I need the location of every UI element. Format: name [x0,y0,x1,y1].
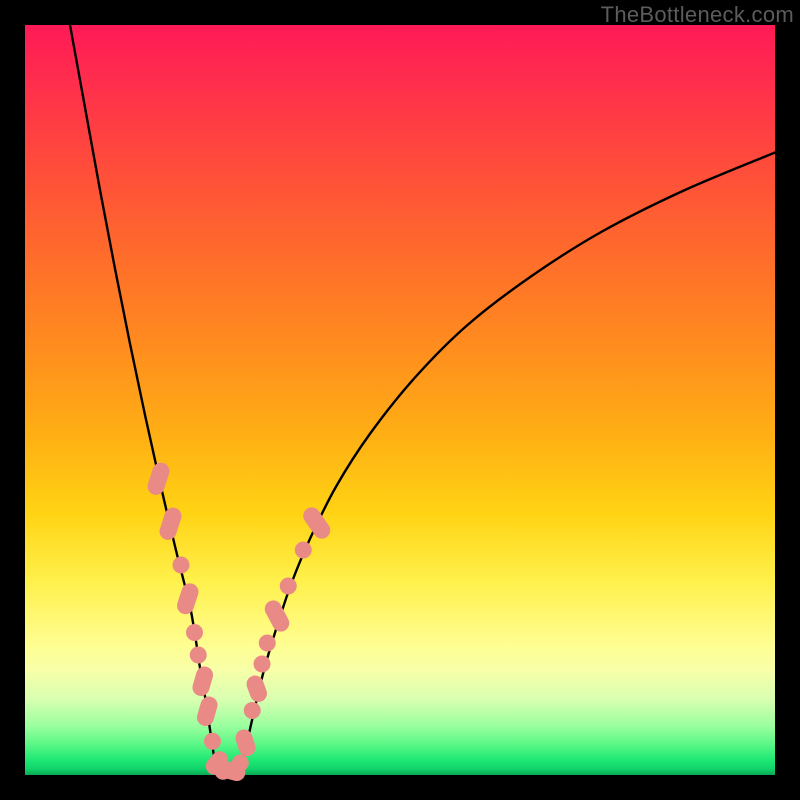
marker-dot [254,656,271,673]
marker-dot [244,702,261,719]
marker-capsule [145,460,171,497]
marker-dot [173,557,190,574]
marker-capsule [175,581,201,616]
marker-dot [295,542,312,559]
marker-dot [190,647,207,664]
marker-capsule [233,727,258,758]
bottleneck-curve [70,25,775,773]
marker-capsule [190,664,215,698]
marker-capsule [300,504,334,542]
data-markers [145,460,333,783]
marker-capsule [195,694,220,728]
plot-area [25,25,775,775]
bottleneck-curve-path [70,25,775,773]
marker-dot [280,578,297,595]
curve-layer [25,25,775,775]
marker-dot [259,635,276,652]
chart-frame: TheBottleneck.com [0,0,800,800]
marker-capsule [262,597,293,634]
marker-capsule [244,673,269,704]
marker-dot [186,624,203,641]
watermark-text: TheBottleneck.com [601,2,794,28]
marker-dot [232,755,249,772]
marker-dot [204,733,221,750]
marker-capsule [157,505,183,542]
